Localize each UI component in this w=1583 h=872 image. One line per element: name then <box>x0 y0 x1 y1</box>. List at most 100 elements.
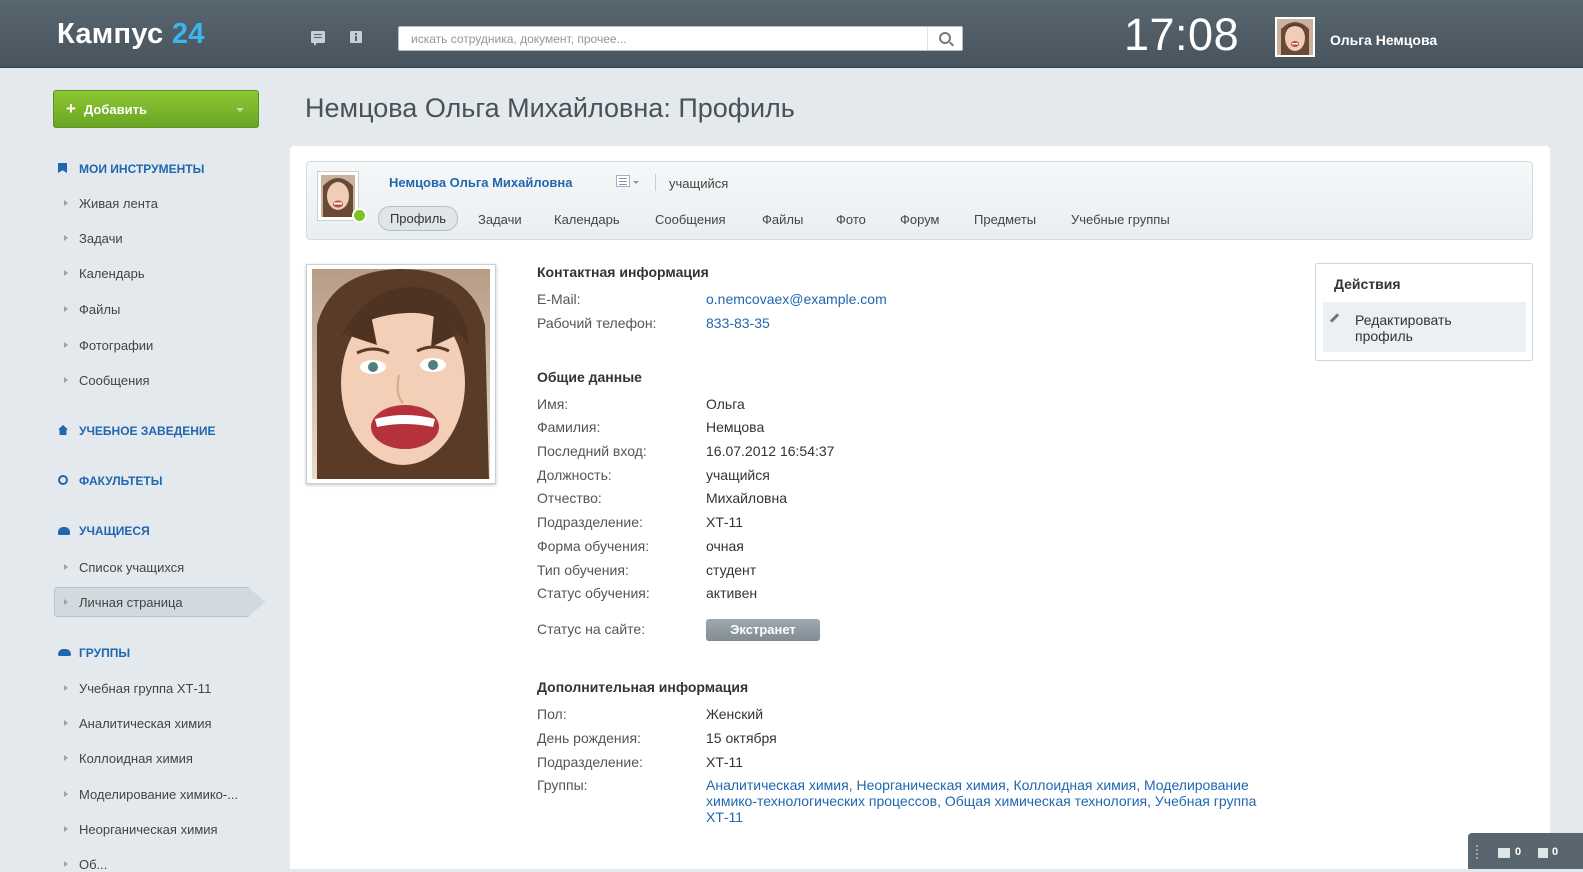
profile-role: учащийся <box>669 176 729 191</box>
chat-icon <box>1498 848 1510 858</box>
search-button[interactable] <box>927 27 962 50</box>
bullet-icon <box>64 685 71 691</box>
bullet-icon <box>64 861 71 867</box>
profile-name[interactable]: Немцова Ольга Михайловна <box>389 175 572 190</box>
site-status-badge: Экстранет <box>706 619 820 641</box>
actions-title: Действия <box>1334 276 1401 292</box>
tab-subjects[interactable]: Предметы <box>974 212 1036 227</box>
field-label: Фамилия: <box>537 419 601 435</box>
page-title: Немцова Ольга Михайловна: Профиль <box>305 93 795 123</box>
field-label: Статус обучения: <box>537 585 650 601</box>
bullet-icon <box>64 720 71 726</box>
notification-widget[interactable]: 0 0 <box>1468 833 1583 869</box>
circle-icon <box>58 475 68 485</box>
section-groups-label: ГРУППЫ <box>79 646 131 660</box>
sidebar-item-label: Аналитическая химия <box>79 716 212 731</box>
info-icon <box>1538 848 1548 858</box>
field-value: ХТ-11 <box>706 514 744 530</box>
edit-profile-button[interactable]: Редактировать профиль <box>1323 302 1526 352</box>
sidebar-item-label: Календарь <box>79 266 145 281</box>
bullet-icon <box>64 599 71 605</box>
tab-study-groups[interactable]: Учебные группы <box>1071 212 1170 227</box>
bullet-icon <box>64 826 71 832</box>
logo[interactable]: Кампус 24 <box>57 18 205 51</box>
edit-profile-label: Редактировать профиль <box>1355 312 1452 344</box>
add-button[interactable]: + Добавить <box>53 90 259 128</box>
tab-calendar[interactable]: Календарь <box>554 212 620 227</box>
bullet-icon <box>64 755 71 761</box>
sidebar-item-label: Личная страница <box>79 595 183 610</box>
sidebar-item-label: Неорганическая химия <box>79 822 218 837</box>
profile-photo <box>306 264 496 484</box>
search-input[interactable] <box>399 27 931 50</box>
info-icon[interactable] <box>350 31 362 43</box>
additional-info-title: Дополнительная информация <box>537 679 749 695</box>
logo-text: Кампус <box>57 18 164 50</box>
tab-tasks[interactable]: Задачи <box>478 212 522 227</box>
chat-icon[interactable] <box>311 31 325 46</box>
drag-handle-icon[interactable] <box>1476 845 1480 859</box>
clock: 17:08 <box>1124 9 1240 60</box>
divider <box>655 174 656 191</box>
field-label: Имя: <box>537 396 569 412</box>
bullet-icon <box>64 306 71 312</box>
field-label: Пол: <box>537 706 567 722</box>
field-label: День рождения: <box>537 730 641 746</box>
user-avatar[interactable] <box>1275 17 1315 57</box>
bullet-icon <box>64 564 71 570</box>
email-link[interactable]: o.nemcovaex@example.com <box>706 291 887 307</box>
sidebar-item-label: Сообщения <box>79 373 150 388</box>
groups-links[interactable]: Аналитическая химия, Неорганическая хими… <box>706 777 1266 825</box>
bullet-icon <box>64 235 71 241</box>
field-label: Отчество: <box>537 490 602 506</box>
field-value: активен <box>706 585 758 601</box>
field-value: Михайловна <box>706 490 787 506</box>
contact-info-title: Контактная информация <box>537 264 709 280</box>
field-value: Ольга <box>706 396 745 412</box>
users-icon <box>58 527 70 535</box>
field-label: Подразделение: <box>537 514 643 530</box>
section-school-label: УЧЕБНОЕ ЗАВЕДЕНИЕ <box>79 424 216 438</box>
general-info-title: Общие данные <box>537 369 642 385</box>
tab-files[interactable]: Файлы <box>762 212 803 227</box>
bullet-icon <box>64 200 71 206</box>
phone-label: Рабочий телефон: <box>537 315 657 331</box>
list-menu-icon[interactable] <box>616 175 630 187</box>
field-value: студент <box>706 562 757 578</box>
info-count: 0 <box>1552 846 1559 858</box>
field-value: 15 октября <box>706 730 777 746</box>
groups-label: Группы: <box>537 777 588 793</box>
field-label: Тип обучения: <box>537 562 629 578</box>
plus-icon: + <box>66 99 76 118</box>
field-value: ХТ-11 <box>706 754 744 770</box>
section-tools-label: МОИ ИНСТРУМЕНТЫ <box>79 162 205 176</box>
search-icon <box>939 32 951 44</box>
sidebar-item-label: Коллоидная химия <box>79 751 193 766</box>
profile-header <box>306 161 1533 240</box>
chevron-down-icon[interactable] <box>633 181 639 187</box>
field-label: Последний вход: <box>537 443 647 459</box>
online-status-dot <box>352 208 367 223</box>
field-value: Женский <box>706 706 764 722</box>
email-label: E-Mail: <box>537 291 581 307</box>
tab-messages[interactable]: Сообщения <box>655 212 726 227</box>
bullet-icon <box>64 377 71 383</box>
field-value: 16.07.2012 16:54:37 <box>706 443 835 459</box>
messages-count: 0 <box>1515 846 1522 858</box>
bullet-icon <box>64 342 71 348</box>
site-status-label: Статус на сайте: <box>537 621 646 637</box>
sidebar-item-label: Фотографии <box>79 338 154 353</box>
tab-photo[interactable]: Фото <box>836 212 866 227</box>
phone-link[interactable]: 833-83-35 <box>706 315 770 331</box>
user-name[interactable]: Ольга Немцова <box>1330 32 1437 48</box>
bookmark-icon <box>58 163 67 173</box>
tab-profile[interactable]: Профиль <box>378 206 458 231</box>
sidebar-item-label: Учебная группа ХТ-11 <box>79 681 212 696</box>
section-faculties-label: ФАКУЛЬТЕТЫ <box>79 474 163 488</box>
sidebar-item-label: Живая лента <box>79 196 158 211</box>
search-box <box>398 26 963 51</box>
field-label: Должность: <box>537 467 612 483</box>
tab-forum[interactable]: Форум <box>900 212 940 227</box>
chevron-down-icon[interactable] <box>236 108 244 116</box>
content-card <box>290 146 1550 869</box>
